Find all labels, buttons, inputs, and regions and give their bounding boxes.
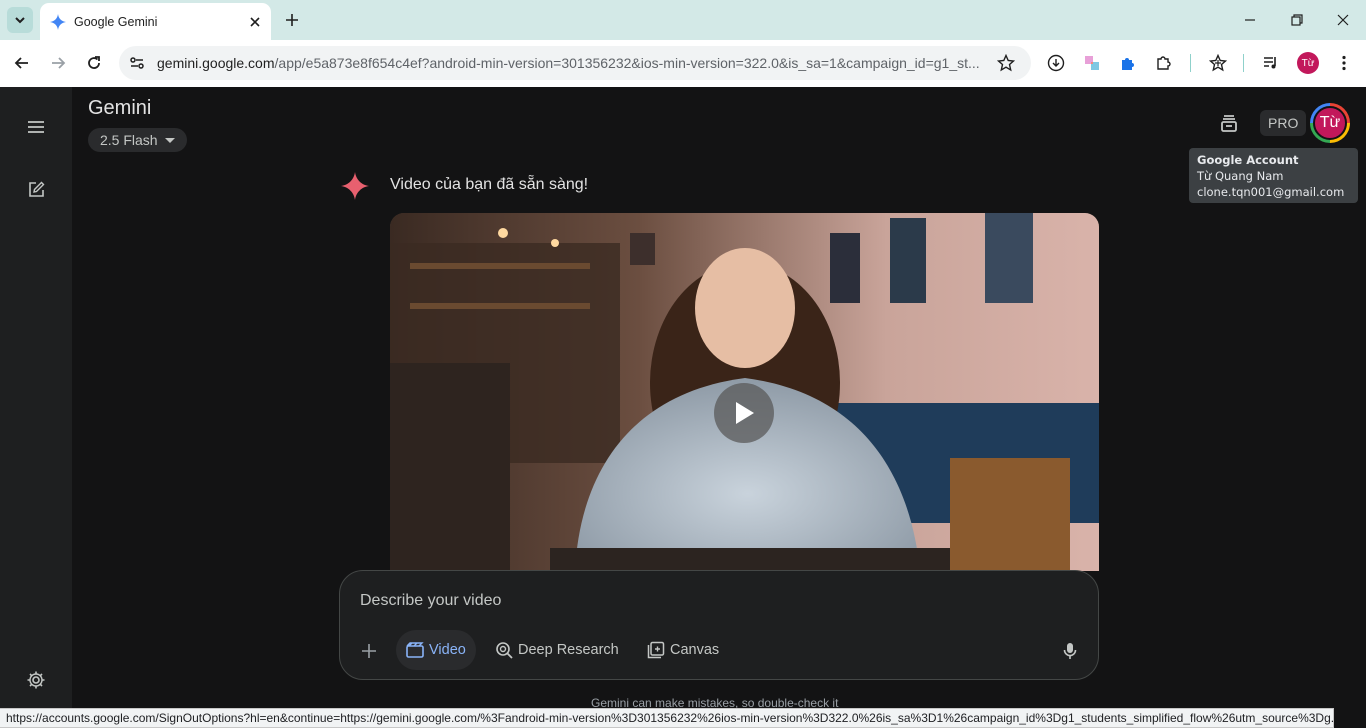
gemini-spark-icon [341,172,369,200]
account-tooltip: Google Account Từ Quang Nam clone.tqn001… [1189,148,1358,203]
url-host: gemini.google.com [157,55,275,71]
browser-profile-avatar[interactable]: Từ [1297,52,1319,74]
chip-video-label: Video [429,642,466,658]
media-control-icon[interactable] [1259,51,1283,75]
kebab-menu-icon[interactable] [1332,51,1356,75]
pro-badge[interactable]: PRO [1260,110,1307,136]
url-path: /app/e5a873e8f654c4ef?android-min-versio… [274,55,980,71]
close-tab-icon[interactable] [245,12,265,32]
minimize-icon[interactable] [1238,8,1262,32]
tooltip-email: clone.tqn001@gmail.com [1197,185,1345,199]
bookmark-star-icon[interactable] [997,54,1015,72]
toolbar-separator [1243,54,1244,72]
canvas-icon [647,641,665,659]
new-tab-icon[interactable] [281,9,303,31]
forward-icon[interactable] [46,51,70,75]
caret-down-icon [164,137,175,143]
play-icon [736,402,754,424]
close-window-icon[interactable] [1331,8,1355,32]
puzzle-extension-icon[interactable] [1116,51,1140,75]
tooltip-name: Từ Quang Nam [1197,169,1284,183]
main-content: Gemini 2.5 Flash PRO Từ Google Account T… [72,87,1366,728]
settings-gear-icon[interactable] [24,668,48,692]
video-player[interactable] [390,213,1099,571]
prompt-input[interactable]: Describe your video [360,592,501,610]
chip-deep-research-label: Deep Research [518,642,619,658]
print-icon[interactable] [1217,111,1241,135]
tab-title: Google Gemini [74,14,158,29]
microphone-icon[interactable] [1059,640,1081,662]
toolbar-separator [1190,54,1191,72]
download-icon[interactable] [1044,51,1068,75]
bookmarks-star-icon[interactable] [1206,51,1230,75]
deep-research-icon [496,642,513,659]
chip-deep-research[interactable]: Deep Research [485,630,629,670]
chevron-down-icon [15,17,25,24]
video-clapper-icon [406,642,424,658]
gemini-favicon-icon [50,13,66,30]
model-selector[interactable]: 2.5 Flash [88,128,187,152]
app-title: Gemini [88,97,152,119]
menu-icon[interactable] [24,115,48,139]
tooltip-title: Google Account [1197,153,1299,167]
extensions-icon[interactable] [1152,51,1176,75]
tab-search-button[interactable] [7,7,33,33]
chip-video[interactable]: Video [396,630,476,670]
new-chat-icon[interactable] [24,178,48,202]
restore-icon[interactable] [1285,8,1309,32]
address-bar[interactable]: gemini.google.com/app/e5a873e8f654c4ef?a… [119,46,1031,80]
account-avatar[interactable]: Từ [1310,103,1350,143]
response-message: Video của bạn đã sẵn sàng! [390,176,589,193]
chip-canvas[interactable]: Canvas [637,630,729,670]
url-text: gemini.google.com/app/e5a873e8f654c4ef?a… [157,55,983,71]
sidebar [0,87,72,728]
play-button[interactable] [714,383,774,443]
back-icon[interactable] [10,51,34,75]
avatar-initials: Từ [1313,106,1347,140]
reload-icon[interactable] [82,51,106,75]
add-attachment-icon[interactable] [358,640,380,662]
site-info-icon[interactable] [129,55,145,71]
status-bar-url: https://accounts.google.com/SignOutOptio… [0,708,1334,728]
model-name: 2.5 Flash [100,132,158,148]
browser-tab-strip: Google Gemini [0,0,1366,40]
prompt-composer[interactable]: Describe your video Video Deep Research … [339,570,1099,680]
extension-translate-icon[interactable] [1080,51,1104,75]
tab-gemini[interactable]: Google Gemini [40,3,271,40]
browser-toolbar: gemini.google.com/app/e5a873e8f654c4ef?a… [0,40,1366,87]
chip-canvas-label: Canvas [670,642,720,658]
